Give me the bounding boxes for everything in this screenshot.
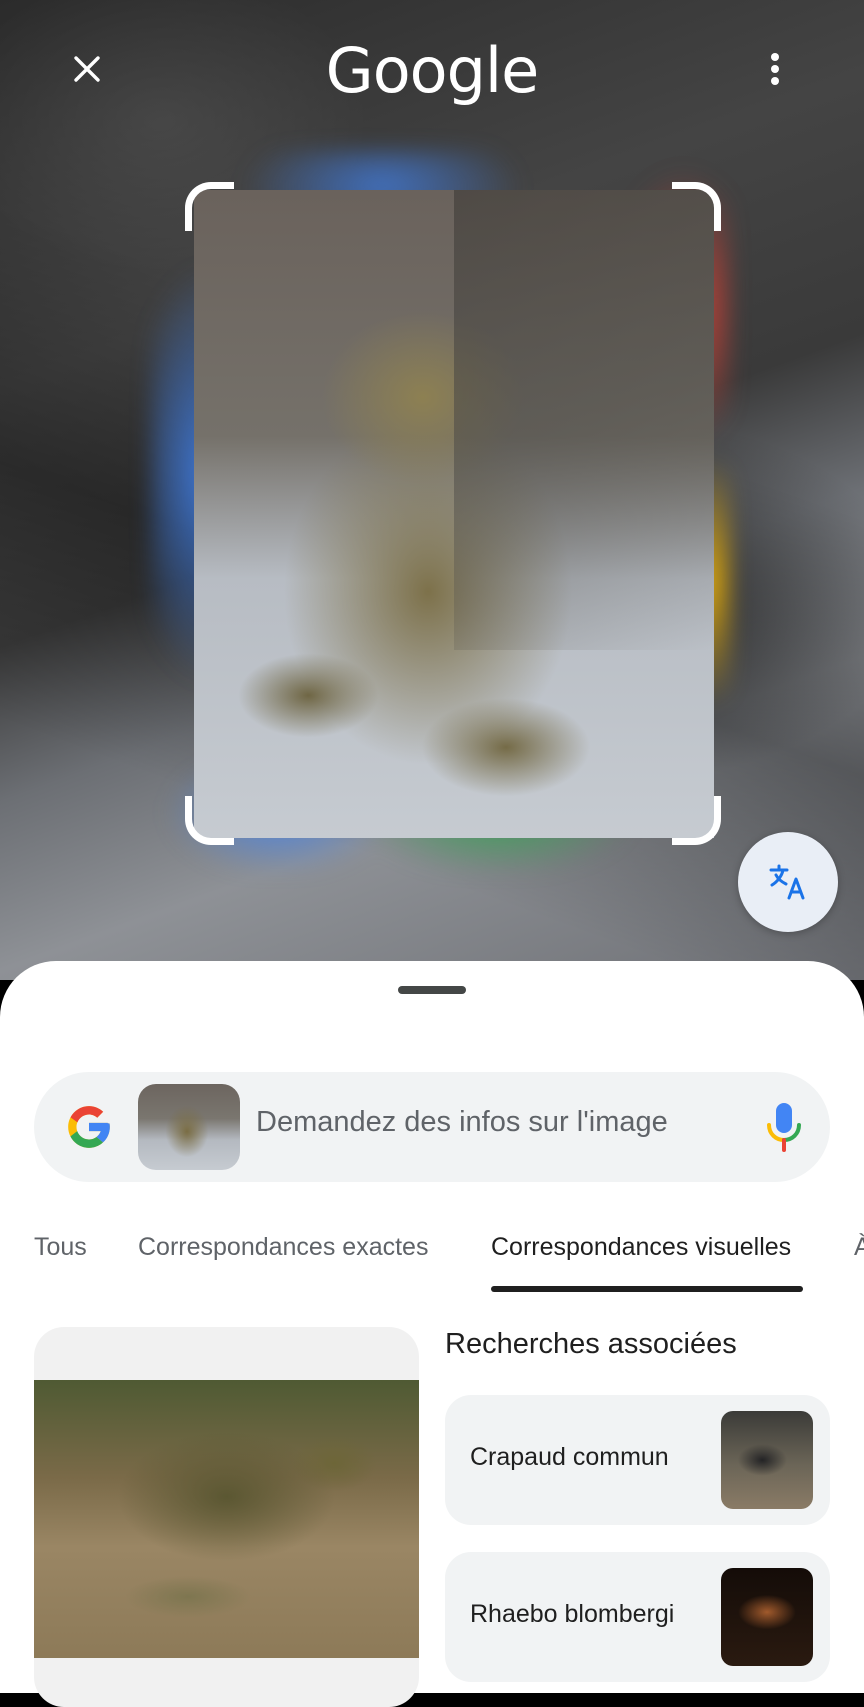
translate-button[interactable] — [738, 832, 838, 932]
image-rock-detail — [454, 190, 714, 650]
related-search-item[interactable]: Crapaud commun — [445, 1395, 830, 1525]
translate-icon — [769, 864, 805, 900]
top-bar: Google — [0, 0, 864, 140]
google-logo: Google — [325, 34, 540, 107]
crop-handle-bottom-left[interactable] — [185, 796, 234, 845]
tab-all[interactable]: Tous — [34, 1233, 87, 1262]
related-search-label: Rhaebo blombergi — [470, 1600, 675, 1628]
related-search-thumbnail — [721, 1568, 813, 1666]
related-search-label: Crapaud commun — [470, 1443, 669, 1471]
close-button[interactable] — [62, 44, 112, 94]
tab-next[interactable]: À — [854, 1233, 864, 1262]
related-searches-title: Recherches associées — [445, 1328, 737, 1360]
crop-handle-top-right[interactable] — [672, 182, 721, 231]
results-sheet: Demandez des infos sur l'image Tous Corr… — [0, 961, 864, 1707]
selected-image-region[interactable] — [194, 190, 714, 838]
crop-handle-top-left[interactable] — [185, 182, 234, 231]
tab-visual-matches[interactable]: Correspondances visuelles — [491, 1233, 791, 1262]
sheet-drag-handle[interactable] — [398, 986, 466, 994]
more-options-button[interactable] — [752, 44, 798, 94]
more-vert-icon — [771, 53, 779, 85]
visual-match-card[interactable] — [34, 1327, 419, 1707]
mic-icon[interactable] — [764, 1101, 804, 1153]
related-search-item[interactable]: Rhaebo blombergi — [445, 1552, 830, 1682]
tab-exact-matches[interactable]: Correspondances exactes — [138, 1233, 428, 1262]
search-input[interactable]: Demandez des infos sur l'image — [256, 1106, 668, 1139]
related-search-thumbnail — [721, 1411, 813, 1509]
google-g-icon — [68, 1106, 110, 1148]
active-tab-indicator — [491, 1286, 803, 1292]
close-icon — [74, 56, 100, 82]
query-image-thumbnail[interactable] — [138, 1084, 240, 1170]
search-bar[interactable]: Demandez des infos sur l'image — [34, 1072, 830, 1182]
visual-match-image — [34, 1380, 419, 1658]
